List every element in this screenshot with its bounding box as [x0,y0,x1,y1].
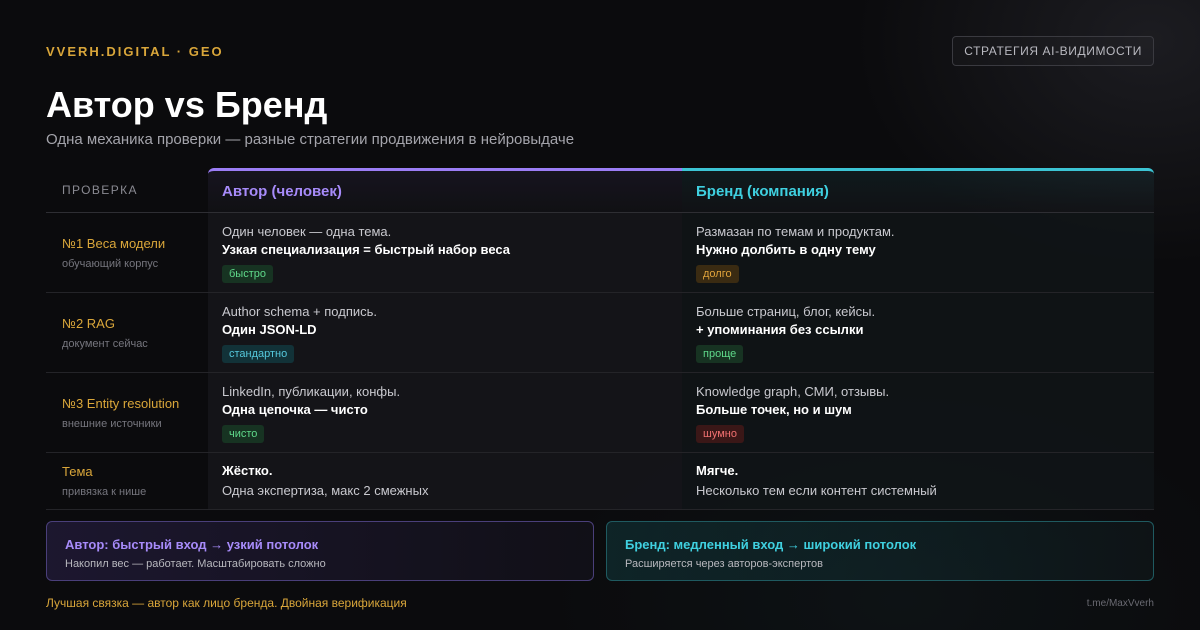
author-cell: Один человек — одна тема. Узкая специали… [208,213,682,292]
brand-text-emphasis: Больше точек, но и шум [696,401,852,417]
author-text-emphasis: Узкая специализация = быстрый набор веса [222,241,510,257]
table-row: №1 Веса модели обучающий корпус Один чел… [46,213,1154,293]
telegram-handle-link[interactable]: t.me/MaxVverh [1087,598,1154,609]
status-badge: долго [696,264,739,283]
row-sublabel: документ сейчас [62,337,148,350]
brand-text-line: Больше страниц, блог, кейсы. [696,303,876,319]
author-cell: Жёстко. Одна экспертиза, макс 2 смежных [208,453,682,509]
row-sublabel: обучающий корпус [62,257,159,270]
brand-text-emphasis: Нужно долбить в одну тему [696,241,876,257]
brand-text-line: Несколько тем если контент системный [696,483,937,498]
author-text-emphasis: Один JSON-LD [222,321,317,337]
author-summary-title: Автор: быстрый вход → узкий потолок [65,537,319,552]
status-badge: чисто [222,424,265,443]
footer-conclusion: Лучшая связка — автор как лицо бренда. Д… [46,596,407,610]
brand-text-line: Knowledge graph, СМИ, отзывы. [696,383,890,399]
row-label: №2 RAG [62,315,115,331]
table-row: №3 Entity resolution внешние источники L… [46,373,1154,453]
row-label: Тема [62,464,93,479]
page-title: Автор vs Бренд [46,84,328,125]
status-badge: шумно [696,424,744,443]
author-cell: Author schema + подпись. Один JSON-LD ст… [208,293,682,372]
author-cell: LinkedIn, публикации, конфы. Одна цепочк… [208,373,682,452]
brand-summary-card: Бренд: медленный вход → широкий потолок … [606,521,1154,581]
brand-text-line: Размазан по темам и продуктам. [696,223,895,239]
brand-text-emphasis: Мягче. [696,463,739,478]
comparison-table: ПРОВЕРКА Автор (человек) Бренд (компания… [46,168,1154,510]
row-label: №1 Веса модели [62,235,166,251]
author-text-line: Одна экспертиза, макс 2 смежных [222,483,429,498]
row-label-cell: №1 Веса модели обучающий корпус [46,213,208,292]
author-text-line: Author schema + подпись. [222,303,378,319]
author-text-emphasis: Жёстко. [222,463,273,478]
row-label: №3 Entity resolution [62,395,180,411]
brand-summary-title: Бренд: медленный вход → широкий потолок [625,537,917,552]
row-sublabel: привязка к нише [62,486,147,498]
strategy-tag-button[interactable]: СТРАТЕГИЯ AI-ВИДИМОСТИ [952,36,1154,66]
table-header: ПРОВЕРКА Автор (человек) Бренд (компания… [46,168,1154,213]
table-row: №2 RAG документ сейчас Author schema + п… [46,293,1154,373]
column-header-check: ПРОВЕРКА [62,183,138,197]
row-label-cell: №2 RAG документ сейчас [46,293,208,372]
brand-logo-text: VVERH.DIGITAL · GEO [46,44,224,59]
column-header-author: Автор (человек) [208,168,682,212]
column-header-brand: Бренд (компания) [682,168,1154,212]
table-row: Тема привязка к нише Жёстко. Одна экспер… [46,453,1154,510]
status-badge: быстро [222,264,273,283]
author-summary-text: Накопил вес — работает. Масштабировать с… [65,558,326,570]
brand-cell: Больше страниц, блог, кейсы. + упоминани… [682,293,1154,372]
brand-cell: Размазан по темам и продуктам. Нужно дол… [682,213,1154,292]
author-summary-card: Автор: быстрый вход → узкий потолок Нако… [46,521,594,581]
brand-cell: Мягче. Несколько тем если контент систем… [682,453,1154,509]
author-text-emphasis: Одна цепочка — чисто [222,401,368,417]
status-badge: проще [696,344,744,363]
brand-summary-text: Расширяется через авторов-экспертов [625,558,823,570]
page-subtitle: Одна механика проверки — разные стратеги… [46,131,575,148]
author-text-line: Один человек — одна тема. [222,223,392,239]
row-label-cell: Тема привязка к нише [46,453,208,509]
brand-cell: Knowledge graph, СМИ, отзывы. Больше точ… [682,373,1154,452]
status-badge: стандартно [222,344,295,363]
row-label-cell: №3 Entity resolution внешние источники [46,373,208,452]
brand-text-emphasis: + упоминания без ссылки [696,321,864,337]
row-sublabel: внешние источники [62,417,162,430]
author-text-line: LinkedIn, публикации, конфы. [222,383,401,399]
